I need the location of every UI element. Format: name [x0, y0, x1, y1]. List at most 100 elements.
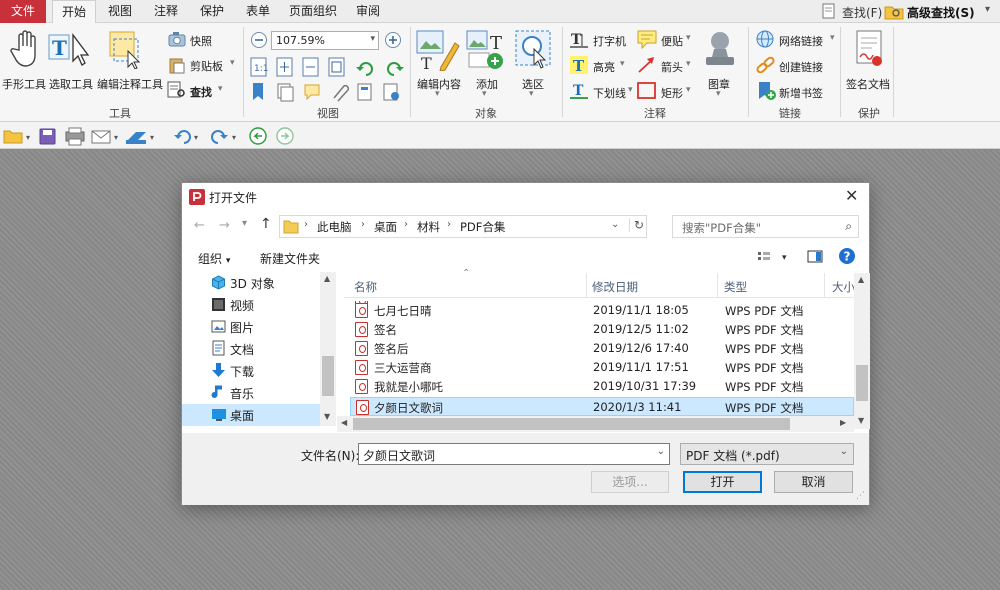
- web-link-button[interactable]: 网络链接: [779, 33, 823, 49]
- new-folder-button[interactable]: 新建文件夹: [260, 250, 320, 267]
- back-arrow-icon[interactable]: ←: [194, 218, 205, 233]
- table-row-selected[interactable]: 夕颜日文歌词 2020/1/3 11:41 WPS PDF 文档: [350, 397, 854, 416]
- file-list-scrollbar-thumb[interactable]: [856, 365, 868, 401]
- stamp-dropdown-icon[interactable]: ▾: [716, 89, 721, 99]
- address-bar[interactable]: › 此电脑 › 桌面 › 材料 › PDF合集 ⌄ ↻: [279, 215, 647, 238]
- clipboard-dropdown-icon[interactable]: ▾: [230, 58, 235, 68]
- cancel-button[interactable]: 取消: [774, 471, 853, 493]
- menu-dropdown-icon[interactable]: ▾: [985, 4, 990, 15]
- rectangle-button[interactable]: 矩形: [661, 85, 683, 101]
- tab-view[interactable]: 视图: [100, 0, 140, 23]
- new-bookmark-button[interactable]: 新增书签: [779, 85, 823, 101]
- find-button[interactable]: 查找(F): [842, 4, 882, 21]
- select-tool-label[interactable]: 选取工具: [49, 76, 93, 92]
- tab-comment[interactable]: 注释: [146, 0, 186, 23]
- tab-form[interactable]: 表单: [238, 0, 278, 23]
- add-dropdown-icon[interactable]: ▾: [482, 89, 487, 99]
- filetype-dropdown-icon[interactable]: ⌄: [840, 446, 848, 457]
- snapshot-button[interactable]: 快照: [190, 33, 212, 49]
- view-options-icon[interactable]: ▾: [756, 249, 792, 265]
- filename-value: 夕颜日文歌词: [363, 449, 436, 463]
- filetype-select[interactable]: PDF 文档 (*.pdf) ⌄: [680, 443, 854, 465]
- tab-review[interactable]: 审阅: [348, 0, 388, 23]
- nav-scrollbar[interactable]: ▲ ▼: [320, 272, 336, 426]
- recent-dropdown-icon[interactable]: ▾: [242, 218, 247, 229]
- edit-content-dropdown-icon[interactable]: ▾: [435, 89, 440, 99]
- nav-item-desktop[interactable]: 桌面: [182, 404, 320, 426]
- tab-page-organize[interactable]: 页面组织: [282, 0, 344, 23]
- find-tool-button[interactable]: 查找: [190, 84, 212, 100]
- nav-item-documents[interactable]: 文档: [182, 338, 320, 360]
- zoom-out-icon[interactable]: [250, 31, 268, 49]
- filename-dropdown-icon[interactable]: ⌄: [657, 446, 665, 457]
- nav-scrollbar-thumb[interactable]: [322, 356, 334, 396]
- breadcrumb-this-pc[interactable]: 此电脑: [317, 219, 352, 235]
- hscrollbar-thumb[interactable]: [353, 418, 790, 430]
- highlight-dropdown-icon[interactable]: ▾: [620, 59, 625, 69]
- nav-item-pictures[interactable]: 图片: [182, 316, 320, 338]
- nav-label: 音乐: [230, 387, 255, 401]
- view-layout-icons[interactable]: 1:1: [250, 57, 410, 77]
- highlight-button[interactable]: 高亮: [593, 59, 615, 75]
- hand-tool-label[interactable]: 手形工具: [2, 76, 46, 92]
- select-area-dropdown-icon[interactable]: ▾: [529, 89, 534, 99]
- typewriter-button[interactable]: 打字机: [593, 33, 626, 49]
- filename-input[interactable]: 夕颜日文歌词 ⌄: [358, 443, 670, 465]
- pdf-file-icon: [355, 341, 368, 356]
- underline-button[interactable]: 下划线: [593, 85, 626, 101]
- table-row[interactable]: 三大运营商 2019/11/1 17:51 WPS PDF 文档: [350, 358, 854, 377]
- preview-pane-icon[interactable]: [806, 249, 824, 265]
- open-button[interactable]: 打开: [683, 471, 762, 493]
- arrow-dropdown-icon[interactable]: ▾: [686, 59, 691, 69]
- file-list-hscrollbar[interactable]: ◀ ▶: [337, 416, 854, 432]
- tab-protect[interactable]: 保护: [192, 0, 232, 23]
- advanced-find-button[interactable]: 高级查找(S): [907, 4, 975, 21]
- zoom-in-icon[interactable]: [384, 31, 402, 49]
- forward-arrow-icon[interactable]: →: [219, 218, 230, 233]
- quick-access-icons[interactable]: ▾ ▾ ▾ ▾ ▾: [2, 126, 302, 146]
- nav-item-downloads[interactable]: 下载: [182, 360, 320, 382]
- find-dropdown-icon[interactable]: ▾: [218, 84, 223, 94]
- note-button[interactable]: 便贴: [661, 33, 683, 49]
- resize-grip[interactable]: ⋰: [856, 491, 865, 501]
- arrow-button[interactable]: 箭头: [661, 59, 683, 75]
- tab-home[interactable]: 开始: [52, 0, 96, 24]
- edit-annot-tool-label[interactable]: 编辑注释工具: [97, 76, 163, 92]
- column-name[interactable]: 名称: [354, 279, 377, 295]
- column-type[interactable]: 类型: [724, 279, 747, 295]
- column-date[interactable]: 修改日期: [592, 279, 638, 295]
- search-icon[interactable]: ⌕: [845, 219, 852, 234]
- organize-button[interactable]: 组织 ▾: [198, 250, 230, 267]
- underline-dropdown-icon[interactable]: ▾: [628, 85, 633, 95]
- view-tools-icons[interactable]: [250, 82, 410, 102]
- refresh-icon[interactable]: ↻: [629, 218, 644, 232]
- help-icon[interactable]: ?: [838, 247, 856, 265]
- zoom-dropdown-icon[interactable]: ▾: [370, 34, 375, 44]
- options-button[interactable]: 选项...: [591, 471, 669, 493]
- clipboard-button[interactable]: 剪贴板: [190, 58, 223, 74]
- up-arrow-icon[interactable]: ↑: [260, 216, 272, 232]
- zoom-combobox[interactable]: 107.59% ▾: [271, 31, 379, 50]
- nav-item-music[interactable]: 音乐: [182, 382, 320, 404]
- nav-item-video[interactable]: 视频: [182, 294, 320, 316]
- rectangle-dropdown-icon[interactable]: ▾: [686, 85, 691, 95]
- add-button[interactable]: 添加: [476, 76, 498, 92]
- breadcrumb-desktop[interactable]: 桌面: [374, 219, 397, 235]
- table-row[interactable]: 我就是小哪吒 2019/10/31 17:39 WPS PDF 文档: [350, 377, 854, 396]
- nav-item-3d-objects[interactable]: 3D 对象: [182, 272, 320, 294]
- close-icon[interactable]: ✕: [845, 186, 858, 205]
- web-link-dropdown-icon[interactable]: ▾: [830, 33, 835, 43]
- sign-document-button[interactable]: 签名文档: [846, 76, 890, 92]
- note-dropdown-icon[interactable]: ▾: [686, 33, 691, 43]
- create-link-button[interactable]: 创建链接: [779, 59, 823, 75]
- table-row[interactable]: 七月七日晴 2019/11/1 18:05 WPS PDF 文档: [350, 301, 854, 320]
- search-box[interactable]: 搜索"PDF合集" ⌕: [672, 215, 859, 238]
- breadcrumb-pdf-collection[interactable]: PDF合集: [460, 219, 505, 235]
- address-dropdown-icon[interactable]: ⌄: [611, 219, 619, 230]
- table-row[interactable]: 签名 2019/12/5 11:02 WPS PDF 文档: [350, 320, 854, 339]
- file-list-scrollbar[interactable]: ▲ ▼: [854, 273, 870, 429]
- column-size[interactable]: 大小: [832, 279, 854, 295]
- tab-file[interactable]: 文件: [0, 0, 46, 23]
- table-row[interactable]: 签名后 2019/12/6 17:40 WPS PDF 文档: [350, 339, 854, 358]
- breadcrumb-materials[interactable]: 材料: [417, 219, 440, 235]
